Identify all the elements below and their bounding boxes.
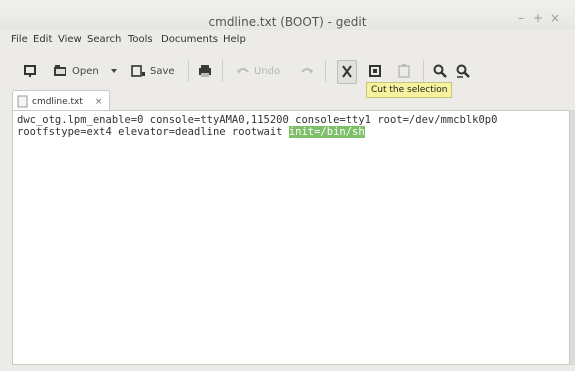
text-file-icon (17, 95, 28, 108)
text-editor[interactable]: dwc_otg.lpm_enable=0 console=ttyAMA0,115… (12, 110, 570, 365)
tab-bar: cmdline.txt × (0, 90, 575, 112)
new-button[interactable] (22, 60, 38, 82)
toolbar-separator (325, 60, 326, 82)
copy-icon (369, 65, 381, 77)
selected-text[interactable]: init=/bin/sh (288, 126, 365, 138)
find-icon (433, 64, 447, 78)
menu-bar: File Edit View Search Tools Documents He… (0, 32, 575, 50)
editor-line-2-text: rootfstype=ext4 elevator=deadline rootwa… (17, 126, 289, 138)
scrollbar[interactable] (570, 110, 575, 365)
save-label: Save (150, 65, 175, 77)
gedit-window: cmdline.txt (BOOT) - gedit – + × File Ed… (0, 0, 575, 371)
minimize-button[interactable]: – (514, 11, 528, 25)
menu-file[interactable]: File (11, 34, 28, 45)
print-icon (199, 65, 211, 77)
redo-button[interactable] (300, 60, 314, 82)
undo-icon (237, 68, 249, 74)
close-button[interactable]: × (548, 11, 562, 25)
window-title: cmdline.txt (BOOT) - gedit (208, 15, 367, 29)
find-button[interactable] (432, 60, 448, 82)
save-icon (131, 65, 145, 77)
find-replace-icon (456, 64, 470, 78)
menu-documents[interactable]: Documents (161, 34, 218, 45)
menu-edit[interactable]: Edit (33, 34, 52, 45)
cut-button[interactable] (337, 60, 357, 84)
dropdown-arrow-icon (111, 69, 117, 73)
paste-button[interactable] (397, 60, 411, 82)
undo-label: Undo (254, 65, 281, 77)
toolbar-separator (188, 60, 189, 82)
open-button[interactable]: Open (52, 60, 99, 82)
menu-view[interactable]: View (58, 34, 82, 45)
editor-line-2: rootfstype=ext4 elevator=deadline rootwa… (17, 126, 569, 138)
save-button[interactable]: Save (130, 60, 175, 82)
menu-search[interactable]: Search (87, 34, 121, 45)
toolbar-separator (423, 60, 424, 82)
editor-line-1: dwc_otg.lpm_enable=0 console=ttyAMA0,115… (17, 114, 498, 126)
print-button[interactable] (197, 60, 213, 82)
open-folder-icon (54, 65, 66, 76)
open-label: Open (72, 65, 99, 77)
maximize-button[interactable]: + (531, 11, 545, 25)
menu-help[interactable]: Help (223, 34, 246, 45)
tab-label: cmdline.txt (32, 96, 83, 107)
redo-icon (301, 68, 313, 74)
paste-icon (398, 64, 410, 78)
title-bar[interactable]: cmdline.txt (BOOT) - gedit – + × (0, 0, 575, 30)
menu-tools[interactable]: Tools (128, 34, 153, 45)
tab-close-icon[interactable]: × (95, 97, 103, 107)
cut-icon (342, 65, 352, 78)
copy-button[interactable] (367, 60, 383, 82)
undo-button[interactable]: Undo (236, 60, 280, 82)
toolbar: Open Save Undo (0, 52, 575, 88)
tab-cmdline[interactable]: cmdline.txt × (12, 90, 110, 112)
new-document-icon (24, 65, 36, 77)
toolbar-separator (222, 60, 223, 82)
find-replace-button[interactable] (455, 60, 471, 82)
open-dropdown-button[interactable] (110, 60, 118, 82)
